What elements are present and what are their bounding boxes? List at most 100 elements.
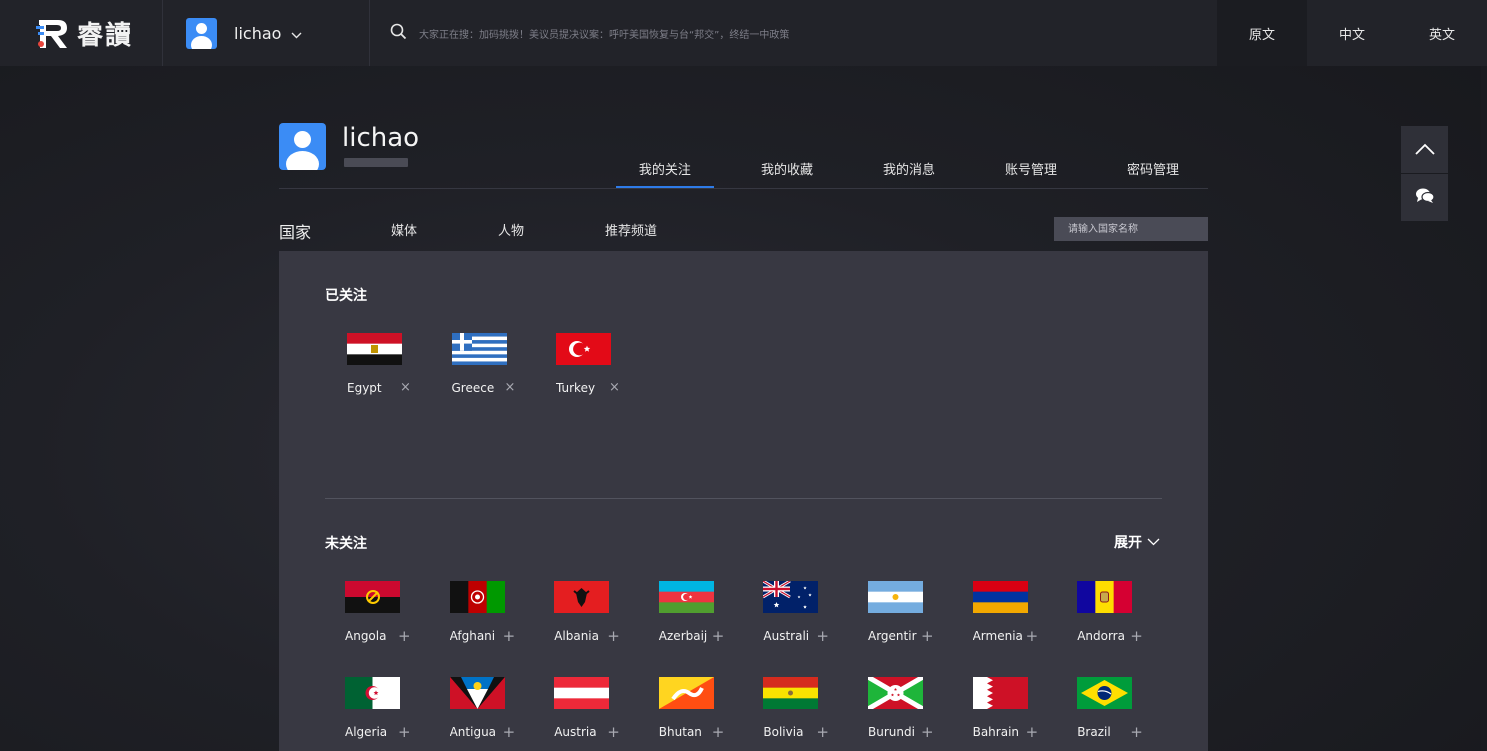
follow-panel: 已关注 Egypt × Greece × Turkey × 未关注 展开 Angola + A…	[279, 251, 1208, 751]
angola-flag-icon	[345, 581, 400, 613]
back-to-top-button[interactable]	[1401, 126, 1448, 173]
unfollowed-country[interactable]: Burundi +	[868, 677, 968, 747]
language-switcher: 原文 中文 英文	[1217, 0, 1487, 66]
country-name: Albania	[554, 629, 599, 643]
chevron-up-icon	[1414, 140, 1435, 159]
country-name: Bahrain	[972, 725, 1020, 739]
tab-following[interactable]: 我的关注	[615, 159, 714, 188]
unfollowed-country[interactable]: Argentir +	[868, 581, 968, 651]
follow-button[interactable]: +	[1026, 725, 1039, 740]
country-name: Andorra	[1077, 629, 1125, 643]
tab-messages[interactable]: 我的消息	[860, 159, 958, 187]
follow-button[interactable]: +	[503, 725, 516, 740]
follow-button[interactable]: +	[712, 725, 725, 740]
expand-button[interactable]: 展开	[1114, 532, 1160, 552]
global-search[interactable]: 大家正在搜：加码挑拨！美议员提决议案：呼吁美国恢复与台“邦交”，终结一中政策	[370, 0, 1217, 66]
search-hint[interactable]: 大家正在搜：加码挑拨！美议员提决议案：呼吁美国恢复与台“邦交”，终结一中政策	[419, 26, 789, 41]
unfollowed-country[interactable]: Antigua +	[449, 677, 550, 747]
followed-country[interactable]: Turkey ×	[556, 333, 656, 403]
albania-flag-icon	[554, 581, 610, 613]
unfollowed-country[interactable]: Albania +	[554, 581, 654, 651]
country-name: Turkey	[556, 381, 596, 395]
unfollowed-country[interactable]: Bolivia +	[763, 677, 863, 747]
profile-header: lichao 我的关注 我的收藏 我的消息 账号管理 密码管理	[279, 123, 1208, 189]
unfollowed-country[interactable]: Brazil +	[1077, 677, 1177, 747]
follow-button[interactable]: +	[607, 725, 620, 740]
country-name: Antigua	[449, 725, 497, 739]
country-name: Burundi	[868, 725, 915, 739]
user-menu[interactable]: lichao	[163, 0, 370, 66]
unfollowed-country[interactable]: Angola +	[345, 581, 445, 651]
follow-button[interactable]: +	[921, 725, 934, 740]
profile-tabs: 我的关注 我的收藏 我的消息 账号管理 密码管理	[592, 159, 1208, 189]
unfollowed-country[interactable]: Azerbaij +	[658, 581, 759, 651]
follow-button[interactable]: +	[398, 629, 411, 644]
follow-button[interactable]: +	[503, 629, 516, 644]
antigua-flag-icon	[449, 677, 505, 709]
follow-button[interactable]: +	[1026, 629, 1039, 644]
unfollowed-country[interactable]: Bahrain +	[972, 677, 1073, 747]
unfollowed-country[interactable]: Australi +	[763, 581, 863, 651]
tab-password[interactable]: 密码管理	[1104, 159, 1208, 187]
followed-country[interactable]: Greece ×	[451, 333, 552, 403]
greece-flag-icon	[451, 333, 507, 365]
tab-account[interactable]: 账号管理	[982, 159, 1080, 187]
azerbaijan-flag-icon	[658, 581, 714, 613]
brazil-flag-icon	[1077, 677, 1133, 709]
search-icon[interactable]	[390, 23, 407, 44]
avatar	[186, 17, 217, 49]
unfollowed-country[interactable]: Armenia +	[972, 581, 1073, 651]
unfollow-button[interactable]: ×	[400, 381, 411, 395]
unfollow-button[interactable]: ×	[505, 381, 516, 395]
unfollowed-country[interactable]: Austria +	[554, 677, 654, 747]
argentina-flag-icon	[868, 581, 923, 613]
follow-button[interactable]: +	[398, 725, 411, 740]
logo-mark-icon	[36, 14, 70, 52]
lang-original[interactable]: 原文	[1217, 0, 1307, 66]
feedback-button[interactable]	[1401, 174, 1448, 221]
logo-text: 睿讀	[77, 20, 134, 51]
scrollbar[interactable]	[1481, 66, 1487, 751]
unfollowed-country[interactable]: Bhutan +	[658, 677, 759, 747]
follow-button[interactable]: +	[921, 629, 934, 644]
country-name: Greece	[451, 381, 495, 395]
follow-button[interactable]: +	[816, 629, 829, 644]
lang-english[interactable]: 英文	[1397, 0, 1487, 66]
bahrain-flag-icon	[972, 677, 1028, 709]
unfollowed-country[interactable]: Afghani +	[449, 581, 550, 651]
austria-flag-icon	[554, 677, 610, 709]
country-name: Algeria	[345, 725, 388, 739]
subtab-recommended[interactable]: 推荐频道	[605, 220, 657, 239]
bolivia-flag-icon	[763, 677, 819, 709]
tab-favorites[interactable]: 我的收藏	[738, 159, 836, 187]
country-name: Bhutan	[658, 725, 702, 739]
subtab-people[interactable]: 人物	[498, 220, 524, 239]
subtab-country[interactable]: 国家	[279, 219, 311, 243]
follow-button[interactable]: +	[816, 725, 829, 740]
unfollowed-country[interactable]: Algeria +	[345, 677, 445, 747]
turkey-flag-icon	[556, 333, 611, 365]
country-name: Australi	[763, 629, 810, 643]
followed-country[interactable]: Egypt ×	[347, 333, 447, 403]
unfollowed-country[interactable]: Andorra +	[1077, 581, 1177, 651]
follow-button[interactable]: +	[1130, 725, 1143, 740]
unfollowed-title: 未关注	[325, 536, 367, 552]
divider	[325, 498, 1162, 499]
lang-chinese[interactable]: 中文	[1307, 0, 1397, 66]
unfollow-button[interactable]: ×	[609, 381, 620, 395]
profile-avatar	[279, 123, 326, 170]
followed-title: 已关注	[325, 288, 367, 304]
follow-button[interactable]: +	[607, 629, 620, 644]
follow-button[interactable]: +	[712, 629, 725, 644]
country-name: Angola	[345, 629, 387, 643]
logo[interactable]: 睿讀	[0, 0, 163, 66]
follow-button[interactable]: +	[1130, 629, 1143, 644]
subtab-media[interactable]: 媒体	[391, 220, 417, 239]
country-search-input[interactable]	[1054, 217, 1208, 241]
afghanistan-flag-icon	[449, 581, 505, 613]
burundi-flag-icon	[868, 677, 923, 709]
follow-category-nav: 国家 媒体 人物 推荐频道	[279, 215, 1208, 243]
andorra-flag-icon	[1077, 581, 1133, 613]
chevron-down-icon	[1147, 538, 1160, 546]
egypt-flag-icon	[347, 333, 402, 365]
